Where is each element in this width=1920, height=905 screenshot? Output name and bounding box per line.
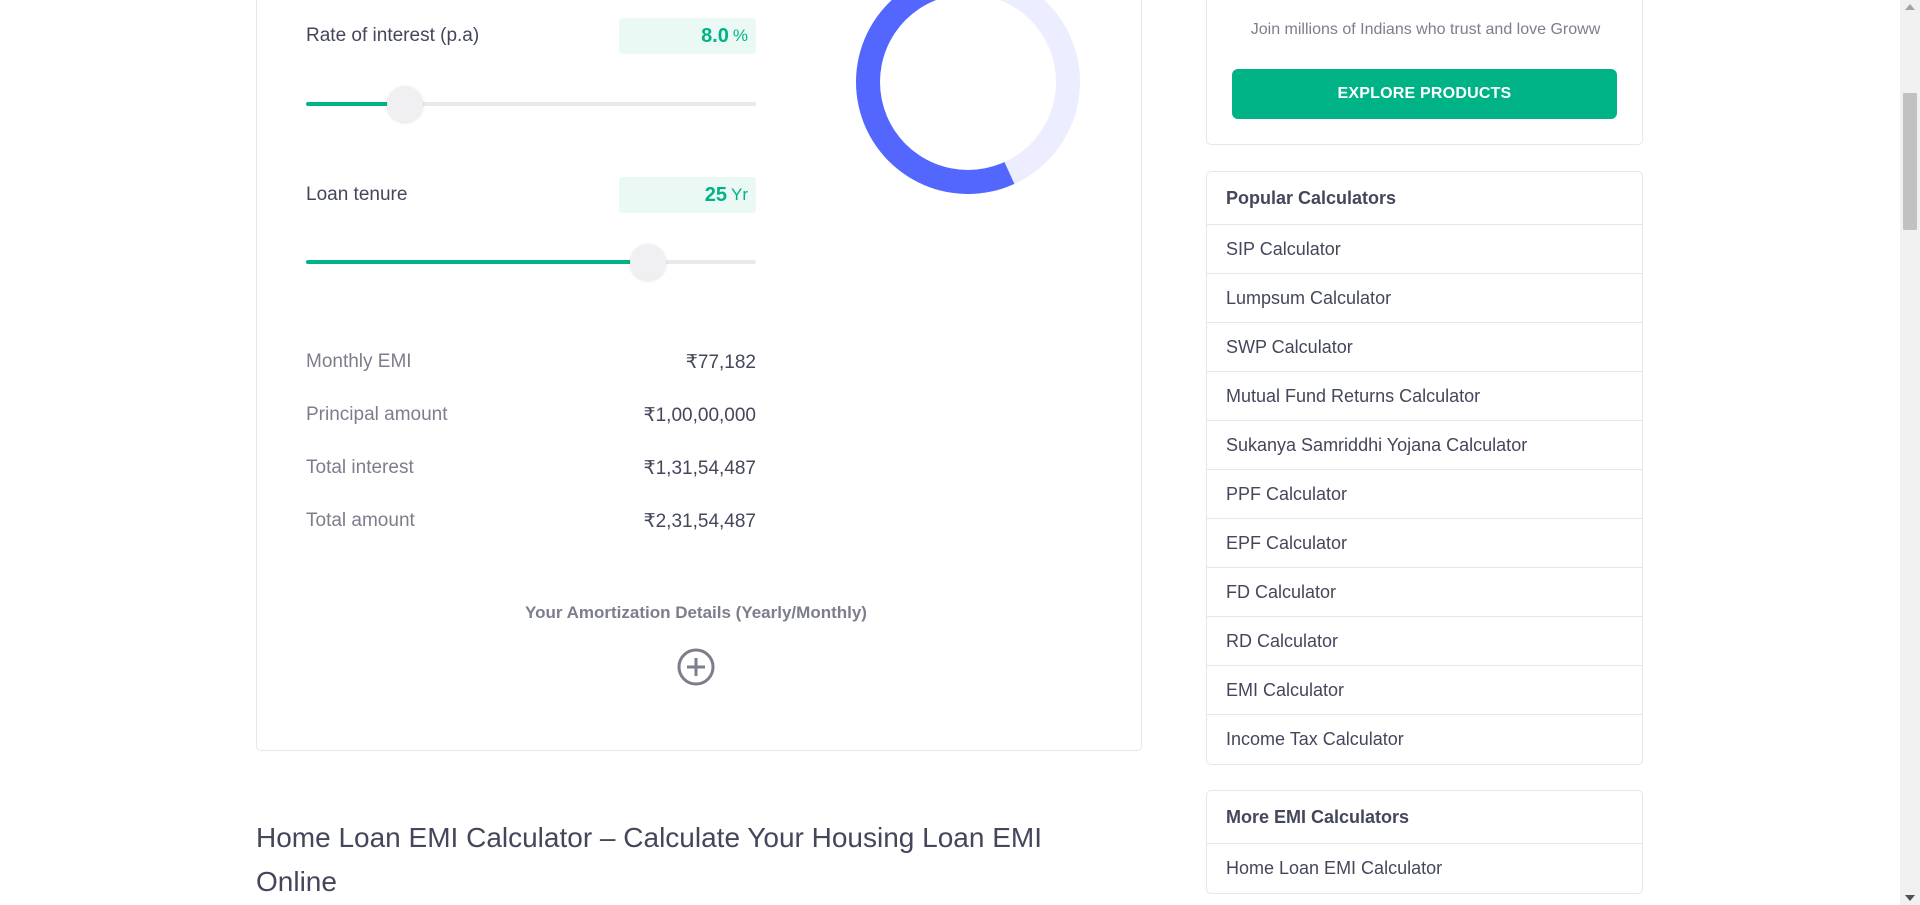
- tenure-slider-fill: [306, 260, 648, 264]
- result-row-monthly-emi: Monthly EMI ₹77,182: [306, 349, 756, 375]
- rate-value: 8.0: [701, 24, 729, 47]
- promo-card: Join millions of Indians who trust and l…: [1206, 0, 1643, 145]
- result-value: ₹1,31,54,487: [643, 457, 756, 479]
- result-label: Total amount: [306, 510, 415, 531]
- explore-products-button[interactable]: EXPLORE PRODUCTS: [1232, 69, 1617, 119]
- expand-amortization-button[interactable]: [676, 647, 716, 687]
- emi-donut-chart: [856, 0, 1080, 194]
- more-emi-calculators-title: More EMI Calculators: [1207, 791, 1642, 844]
- calculator-link[interactable]: Sukanya Samriddhi Yojana Calculator: [1207, 421, 1642, 470]
- result-row-total-amount: Total amount ₹2,31,54,487: [306, 508, 756, 534]
- calculator-link[interactable]: FD Calculator: [1207, 568, 1642, 617]
- result-row-principal: Principal amount ₹1,00,00,000: [306, 402, 756, 428]
- more-emi-calculators-card: More EMI Calculators Home Loan EMI Calcu…: [1206, 790, 1643, 894]
- result-row-total-interest: Total interest ₹1,31,54,487: [306, 455, 756, 481]
- rate-slider[interactable]: [306, 86, 756, 122]
- calculator-link[interactable]: Mutual Fund Returns Calculator: [1207, 372, 1642, 421]
- rate-input[interactable]: 8.0%: [619, 18, 756, 54]
- calculator-link[interactable]: Income Tax Calculator: [1207, 715, 1642, 764]
- calculator-link[interactable]: RD Calculator: [1207, 617, 1642, 666]
- tenure-input[interactable]: 25 Yr: [619, 177, 756, 213]
- scrollbar-thumb[interactable]: [1903, 93, 1917, 230]
- calculator-link[interactable]: SIP Calculator: [1207, 225, 1642, 274]
- tenure-slider-thumb[interactable]: [630, 244, 666, 280]
- popular-calculators-card: Popular Calculators SIP Calculator Lumpsu…: [1206, 171, 1643, 765]
- calculator-link[interactable]: Lumpsum Calculator: [1207, 274, 1642, 323]
- calculator-link[interactable]: PPF Calculator: [1207, 470, 1642, 519]
- result-value: ₹1,00,00,000: [643, 404, 756, 426]
- scroll-up-arrow-icon[interactable]: [1905, 4, 1915, 10]
- result-label: Monthly EMI: [306, 351, 412, 372]
- calculator-link[interactable]: EPF Calculator: [1207, 519, 1642, 568]
- scroll-down-arrow-icon[interactable]: [1905, 895, 1915, 901]
- rate-unit: %: [732, 26, 748, 45]
- tenure-label: Loan tenure: [306, 184, 408, 205]
- popular-calculators-title: Popular Calculators: [1207, 172, 1642, 225]
- tenure-unit: Yr: [731, 185, 748, 204]
- tenure-value: 25: [704, 183, 727, 206]
- promo-text: Join millions of Indians who trust and l…: [1250, 21, 1601, 38]
- amortization-title: Your Amortization Details (Yearly/Monthl…: [525, 603, 867, 622]
- rate-slider-thumb[interactable]: [387, 86, 423, 122]
- donut-hole: [880, 0, 1056, 170]
- result-value: ₹2,31,54,487: [643, 510, 756, 532]
- calculator-link[interactable]: Home Loan EMI Calculator: [1207, 844, 1642, 893]
- result-label: Principal amount: [306, 404, 448, 425]
- rate-label: Rate of interest (p.a): [306, 25, 480, 46]
- plus-circle-icon: [677, 648, 715, 686]
- result-label: Total interest: [306, 457, 414, 478]
- calculator-link[interactable]: EMI Calculator: [1207, 666, 1642, 715]
- result-value: ₹77,182: [685, 351, 756, 373]
- calculator-link[interactable]: SWP Calculator: [1207, 323, 1642, 372]
- article-title: Home Loan EMI Calculator – Calculate You…: [256, 822, 1042, 897]
- tenure-slider[interactable]: [306, 244, 756, 280]
- page-scrollbar[interactable]: [1900, 0, 1920, 905]
